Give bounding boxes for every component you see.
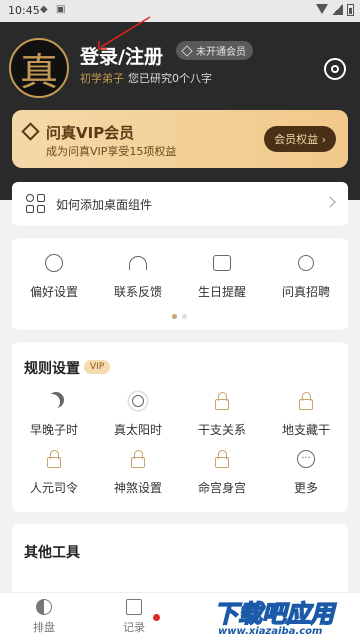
lock-icon <box>211 390 233 412</box>
nav-tab-label: 记录 <box>123 621 145 634</box>
profile-subtitle: 初学弟子 您已研究0个八字 <box>80 70 212 86</box>
rule-item-label: 早晚子时 <box>29 423 78 437</box>
rule-item-label: 地支藏干 <box>281 423 330 437</box>
quick-actions-card: 偏好设置 联系反馈 生日提醒 问真招聘 <box>12 238 348 330</box>
rule-item-label: 命宫身宫 <box>197 481 246 495</box>
rule-item-label: 干支关系 <box>197 423 246 437</box>
rule-item-label: 人元司令 <box>29 481 78 495</box>
yin-yang-icon <box>36 599 52 615</box>
android-icon: ◆ <box>40 4 48 15</box>
quick-item-label: 偏好设置 <box>29 285 78 299</box>
nav-tab-paipan[interactable]: 排盘 <box>14 599 74 635</box>
notification-icon: ▣ <box>56 4 66 15</box>
rule-item-ganzhi-relations[interactable]: 干支关系 <box>180 390 264 448</box>
quick-item-feedback[interactable]: 联系反馈 <box>96 252 180 300</box>
settings-gear-icon[interactable] <box>324 58 346 80</box>
more-icon: ··· <box>295 448 317 470</box>
lock-icon <box>295 390 317 412</box>
rules-settings-card: 规则设置 VIP 早晚子时 真太阳时 干支关系 地支藏干 人元司令 神煞设置 命… <box>12 342 348 512</box>
vip-membership-card[interactable]: 问真VIP会员 成为问真VIP享受15项权益 会员权益 › <box>12 110 348 168</box>
diamond-icon <box>181 44 193 57</box>
status-time: 10:45 <box>8 4 40 17</box>
lock-icon <box>127 448 149 470</box>
member-status-label: 未开通会员 <box>196 47 246 58</box>
watermark-url: www.xiazaiba.com <box>218 626 323 637</box>
rules-title: 规则设置 <box>24 361 80 377</box>
rule-item-true-solar-time[interactable]: 真太阳时 <box>96 390 180 448</box>
member-status-badge[interactable]: 未开通会员 <box>176 41 253 60</box>
headset-icon <box>127 252 149 274</box>
page-indicator <box>172 314 187 319</box>
moon-icon <box>43 390 65 412</box>
vip-tag: VIP <box>84 360 111 374</box>
widget-grid-icon <box>26 194 46 214</box>
chevron-right-icon <box>324 196 336 208</box>
rule-item-more[interactable]: ··· 更多 <box>264 448 348 506</box>
quick-item-preferences[interactable]: 偏好设置 <box>12 252 96 300</box>
preferences-icon <box>43 252 65 274</box>
vip-benefits-label: 会员权益 › <box>274 133 326 146</box>
watermark-text: 下载吧应用 <box>213 599 335 629</box>
vip-benefits-button[interactable]: 会员权益 › <box>264 126 336 152</box>
rule-item-early-late-zi[interactable]: 早晚子时 <box>12 390 96 448</box>
tools-title: 其他工具 <box>24 545 80 561</box>
quick-item-label: 联系反馈 <box>113 285 162 299</box>
edit-icon <box>295 252 317 274</box>
profile-header <box>0 0 360 200</box>
wifi-icon <box>316 4 328 14</box>
page-dot-active <box>172 314 177 319</box>
rule-item-shensha-settings[interactable]: 神煞设置 <box>96 448 180 506</box>
rule-item-label: 真太阳时 <box>113 423 162 437</box>
quick-item-recruit[interactable]: 问真招聘 <box>264 252 348 300</box>
avatar-logo: 真 <box>19 49 58 94</box>
calendar-icon <box>211 252 233 274</box>
rule-item-hidden-stems[interactable]: 地支藏干 <box>264 390 348 448</box>
battery-icon <box>347 4 354 16</box>
rule-item-renyuan-siling[interactable]: 人元司令 <box>12 448 96 506</box>
notification-dot <box>153 614 160 621</box>
signal-icon <box>332 4 343 15</box>
quick-item-label: 问真招聘 <box>281 285 330 299</box>
sun-icon <box>127 390 149 412</box>
rule-item-label: 神煞设置 <box>113 481 162 495</box>
rule-item-label: 更多 <box>293 481 318 495</box>
quick-item-label: 生日提醒 <box>197 285 246 299</box>
add-widget-row[interactable]: 如何添加桌面组件 <box>12 182 348 226</box>
page-dot <box>182 314 187 319</box>
lock-icon <box>43 448 65 470</box>
status-bar: 10:45 ◆ ▣ <box>0 0 360 22</box>
vip-title: 问真VIP会员 <box>46 124 135 142</box>
add-widget-label: 如何添加桌面组件 <box>56 198 153 212</box>
vip-diamond-icon <box>21 122 40 141</box>
quick-item-birthday[interactable]: 生日提醒 <box>180 252 264 300</box>
avatar[interactable]: 真 <box>9 38 69 98</box>
document-icon <box>126 599 142 615</box>
user-rank: 初学弟子 <box>80 72 124 85</box>
watermark: 下载吧应用 www.xiazaiba.com <box>213 594 358 640</box>
lock-icon <box>211 448 233 470</box>
nav-tab-label: 排盘 <box>33 621 55 634</box>
vip-subtitle: 成为问真VIP享受15项权益 <box>46 145 177 158</box>
rule-item-minggong-shengong[interactable]: 命宫身宫 <box>180 448 264 506</box>
annotation-arrow-icon <box>98 16 151 50</box>
study-info: 您已研究0个八字 <box>128 72 212 85</box>
